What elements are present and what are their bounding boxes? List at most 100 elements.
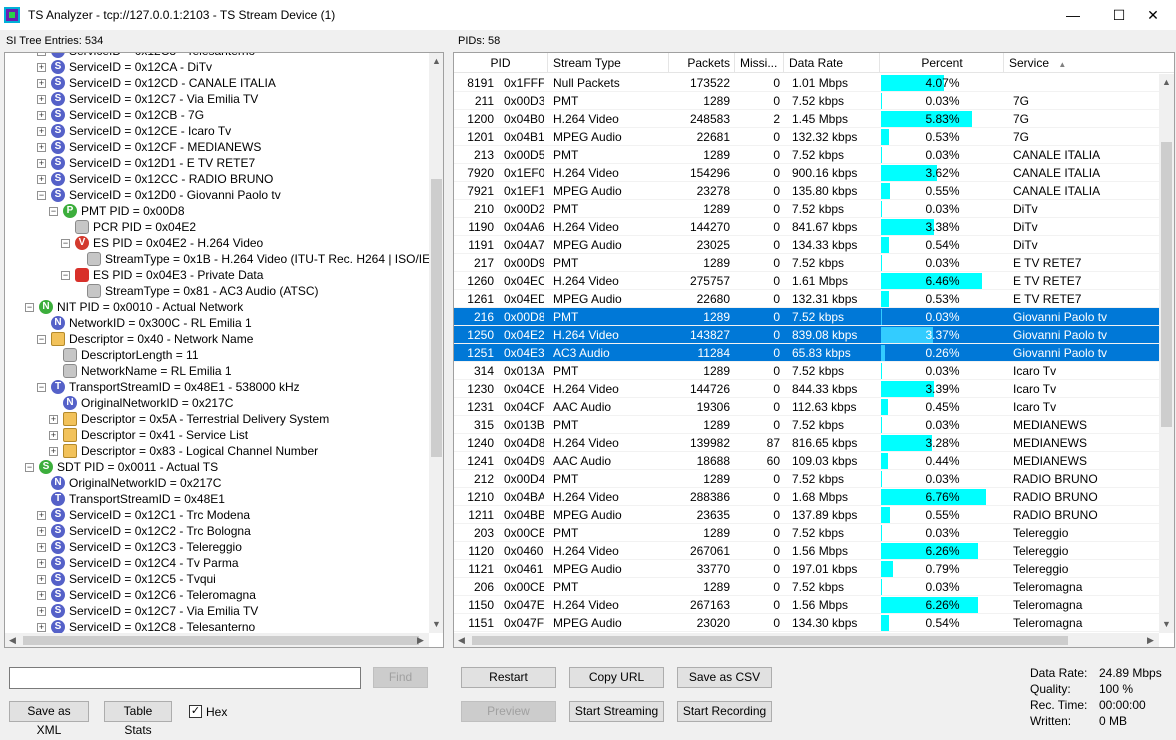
grid-horizontal-scrollbar[interactable]: ◀ ▶	[454, 633, 1159, 647]
tree-node[interactable]: + S ServiceID = 0x12CD - CANALE ITALIA	[5, 75, 429, 91]
minimize-button[interactable]: —	[1050, 0, 1096, 30]
tree-node[interactable]: − N NIT PID = 0x0010 - Actual Network	[5, 299, 429, 315]
tree-node[interactable]: − ES PID = 0x04E3 - Private Data	[5, 267, 429, 283]
tree-node[interactable]: + S ServiceID = 0x12CA - DiTv	[5, 59, 429, 75]
tree-node[interactable]: DescriptorLength = 11	[5, 347, 429, 363]
expand-icon[interactable]: +	[37, 543, 46, 552]
tree-node[interactable]: − V ES PID = 0x04E2 - H.264 Video	[5, 235, 429, 251]
find-input[interactable]	[9, 667, 361, 689]
collapse-icon[interactable]: −	[49, 207, 58, 216]
tree-vertical-scroll-thumb[interactable]	[431, 179, 442, 457]
table-row[interactable]: 1261 0x04ED MPEG Audio 22680 0 132.31 kbps E T…	[454, 290, 1159, 308]
tree-node[interactable]: − P PMT PID = 0x00D8	[5, 203, 429, 219]
table-row[interactable]: 7921 0x1EF1 MPEG Audio 23278 0 135.80 kbps CAN…	[454, 182, 1159, 200]
expand-icon[interactable]: +	[37, 575, 46, 584]
table-row[interactable]: 206 0x00CE PMT 1289 0 7.52 kbps Teleromagna 0.0…	[454, 578, 1159, 596]
tree-node[interactable]: − S SDT PID = 0x0011 - Actual TS	[5, 459, 429, 475]
tree-node[interactable]: N NetworkID = 0x300C - RL Emilia 1	[5, 315, 429, 331]
table-row[interactable]: 1151 0x047F MPEG Audio 23020 0 134.30 kbps Tel…	[454, 614, 1159, 632]
table-row[interactable]: 1210 0x04BA H.264 Video 288386 0 1.68 Mbps RAD…	[454, 488, 1159, 506]
tree-vertical-scrollbar[interactable]: ▲ ▼	[429, 53, 443, 633]
expand-icon[interactable]: +	[37, 511, 46, 520]
pid-grid[interactable]: PID Stream Type Packets Missi... Data Ra…	[453, 52, 1175, 648]
save-as-xml-button[interactable]: Save as XML	[9, 701, 89, 737]
collapse-icon[interactable]: −	[25, 303, 34, 312]
grid-vertical-scroll-thumb[interactable]	[1161, 142, 1172, 427]
expand-icon[interactable]: +	[37, 159, 46, 168]
tree-node[interactable]: − T TransportStreamID = 0x48E1 - 538000 kH…	[5, 379, 429, 395]
table-row[interactable]: 1120 0x0460 H.264 Video 267061 0 1.56 Mbps Tel…	[454, 542, 1159, 560]
collapse-icon[interactable]: −	[37, 335, 46, 344]
table-row[interactable]: 314 0x013A PMT 1289 0 7.52 kbps Icaro Tv 0.03%	[454, 362, 1159, 380]
column-header-pid[interactable]: PID	[454, 53, 548, 73]
table-row[interactable]: 211 0x00D3 PMT 1289 0 7.52 kbps 7G 0.03%	[454, 92, 1159, 110]
table-row[interactable]: 1230 0x04CE H.264 Video 144726 0 844.33 kbps I…	[454, 380, 1159, 398]
expand-icon[interactable]: +	[37, 79, 46, 88]
scroll-down-arrow-icon[interactable]: ▼	[432, 619, 441, 629]
tree-node[interactable]: + S ServiceID = 0x12C3 - Telereggio	[5, 539, 429, 555]
collapse-icon[interactable]: −	[37, 191, 46, 200]
tree-node[interactable]: + S ServiceID = 0x12C4 - Tv Parma	[5, 555, 429, 571]
tree-node[interactable]: + S ServiceID = 0x12CF - MEDIANEWS	[5, 139, 429, 155]
tree-node[interactable]: NetworkName = RL Emilia 1	[5, 363, 429, 379]
preview-button[interactable]: Preview	[461, 701, 556, 722]
grid-vertical-scrollbar[interactable]: ▲ ▼	[1159, 74, 1174, 633]
scroll-right-arrow-icon[interactable]: ▶	[417, 635, 424, 646]
tree-node[interactable]: T TransportStreamID = 0x48E1	[5, 491, 429, 507]
table-row[interactable]: 1250 0x04E2 H.264 Video 143827 0 839.08 kbps G…	[454, 326, 1159, 344]
expand-icon[interactable]: +	[49, 431, 58, 440]
table-row[interactable]: 1240 0x04D8 H.264 Video 139982 87 816.65 kbps…	[454, 434, 1159, 452]
scroll-down-arrow-icon[interactable]: ▼	[1162, 619, 1171, 629]
table-row[interactable]: 216 0x00D8 PMT 1289 0 7.52 kbps Giovanni Paolo…	[454, 308, 1159, 326]
tree-node[interactable]: + Descriptor = 0x5A - Terrestrial Deliver…	[5, 411, 429, 427]
table-row[interactable]: 8191 0x1FFF Null Packets 173522 0 1.01 Mbps 4.…	[454, 74, 1159, 92]
expand-icon[interactable]: +	[37, 111, 46, 120]
collapse-icon[interactable]: −	[37, 383, 46, 392]
tree-node[interactable]: + S ServiceID = 0x12D1 - E TV RETE7	[5, 155, 429, 171]
tree-node[interactable]: + S ServiceID = 0x12C1 - Trc Modena	[5, 507, 429, 523]
start-streaming-button[interactable]: Start Streaming	[569, 701, 664, 722]
table-row[interactable]: 1231 0x04CF AAC Audio 19306 0 112.63 kbps Icar…	[454, 398, 1159, 416]
tree-node[interactable]: + Descriptor = 0x83 - Logical Channel Num…	[5, 443, 429, 459]
save-as-csv-button[interactable]: Save as CSV	[677, 667, 772, 688]
column-header-service[interactable]: Service ▲	[1005, 53, 1174, 73]
tree-node[interactable]: + S ServiceID = 0x12C6 - Teleromagna	[5, 587, 429, 603]
table-row[interactable]: 315 0x013B PMT 1289 0 7.52 kbps MEDIANEWS 0.03%	[454, 416, 1159, 434]
collapse-icon[interactable]: −	[61, 271, 70, 280]
table-row[interactable]: 1190 0x04A6 H.264 Video 144270 0 841.67 kbps D…	[454, 218, 1159, 236]
expand-icon[interactable]: +	[37, 559, 46, 568]
table-row[interactable]: 1150 0x047E H.264 Video 267163 0 1.56 Mbps Tel…	[454, 596, 1159, 614]
tree-node[interactable]: − Descriptor = 0x40 - Network Name	[5, 331, 429, 347]
expand-icon[interactable]: +	[49, 415, 58, 424]
tree-node[interactable]: + S ServiceID = 0x12CB - 7G	[5, 107, 429, 123]
table-row[interactable]: 1211 0x04BB MPEG Audio 23635 0 137.89 kbps RAD…	[454, 506, 1159, 524]
tree-node[interactable]: N OriginalNetworkID = 0x217C	[5, 475, 429, 491]
start-recording-button[interactable]: Start Recording	[677, 701, 772, 722]
expand-icon[interactable]: +	[49, 447, 58, 456]
tree-horizontal-scrollbar[interactable]: ◀ ▶	[5, 633, 429, 647]
tree-node[interactable]: + S ServiceID = 0x12CE - Icaro Tv	[5, 123, 429, 139]
scroll-right-arrow-icon[interactable]: ▶	[1147, 635, 1154, 646]
table-row[interactable]: 217 0x00D9 PMT 1289 0 7.52 kbps E TV RETE7 0.03…	[454, 254, 1159, 272]
tree-node[interactable]: PCR PID = 0x04E2	[5, 219, 429, 235]
expand-icon[interactable]: +	[37, 127, 46, 136]
table-row[interactable]: 213 0x00D5 PMT 1289 0 7.52 kbps CANALE ITALIA 0…	[454, 146, 1159, 164]
table-row[interactable]: 203 0x00CB PMT 1289 0 7.52 kbps Telereggio 0.03…	[454, 524, 1159, 542]
table-row[interactable]: 1191 0x04A7 MPEG Audio 23025 0 134.33 kbps DiT…	[454, 236, 1159, 254]
tree-node[interactable]: N OriginalNetworkID = 0x217C	[5, 395, 429, 411]
collapse-icon[interactable]: −	[25, 463, 34, 472]
scroll-up-arrow-icon[interactable]: ▲	[1162, 77, 1171, 87]
tree-node[interactable]: + S ServiceID = 0x12C7 - Via Emilia TV	[5, 91, 429, 107]
table-row[interactable]: 1121 0x0461 MPEG Audio 33770 0 197.01 kbps Tel…	[454, 560, 1159, 578]
table-stats-button[interactable]: Table Stats	[104, 701, 172, 737]
table-row[interactable]: 7920 0x1EF0 H.264 Video 154296 0 900.16 kbps C…	[454, 164, 1159, 182]
collapse-icon[interactable]: −	[61, 239, 70, 248]
tree-node[interactable]: StreamType = 0x81 - AC3 Audio (ATSC)	[5, 283, 429, 299]
expand-icon[interactable]: +	[37, 623, 46, 632]
tree-node[interactable]: StreamType = 0x1B - H.264 Video (ITU-T R…	[5, 251, 443, 267]
expand-icon[interactable]: +	[37, 607, 46, 616]
tree-node[interactable]: + S ServiceID = 0x12C5 - Tvqui	[5, 571, 429, 587]
table-row[interactable]: 1241 0x04D9 AAC Audio 18688 60 109.03 kbps MED…	[454, 452, 1159, 470]
tree-node[interactable]: + S ServiceID = 0x12C7 - Via Emilia TV	[5, 603, 429, 619]
tree-horizontal-scroll-thumb[interactable]	[23, 636, 419, 645]
